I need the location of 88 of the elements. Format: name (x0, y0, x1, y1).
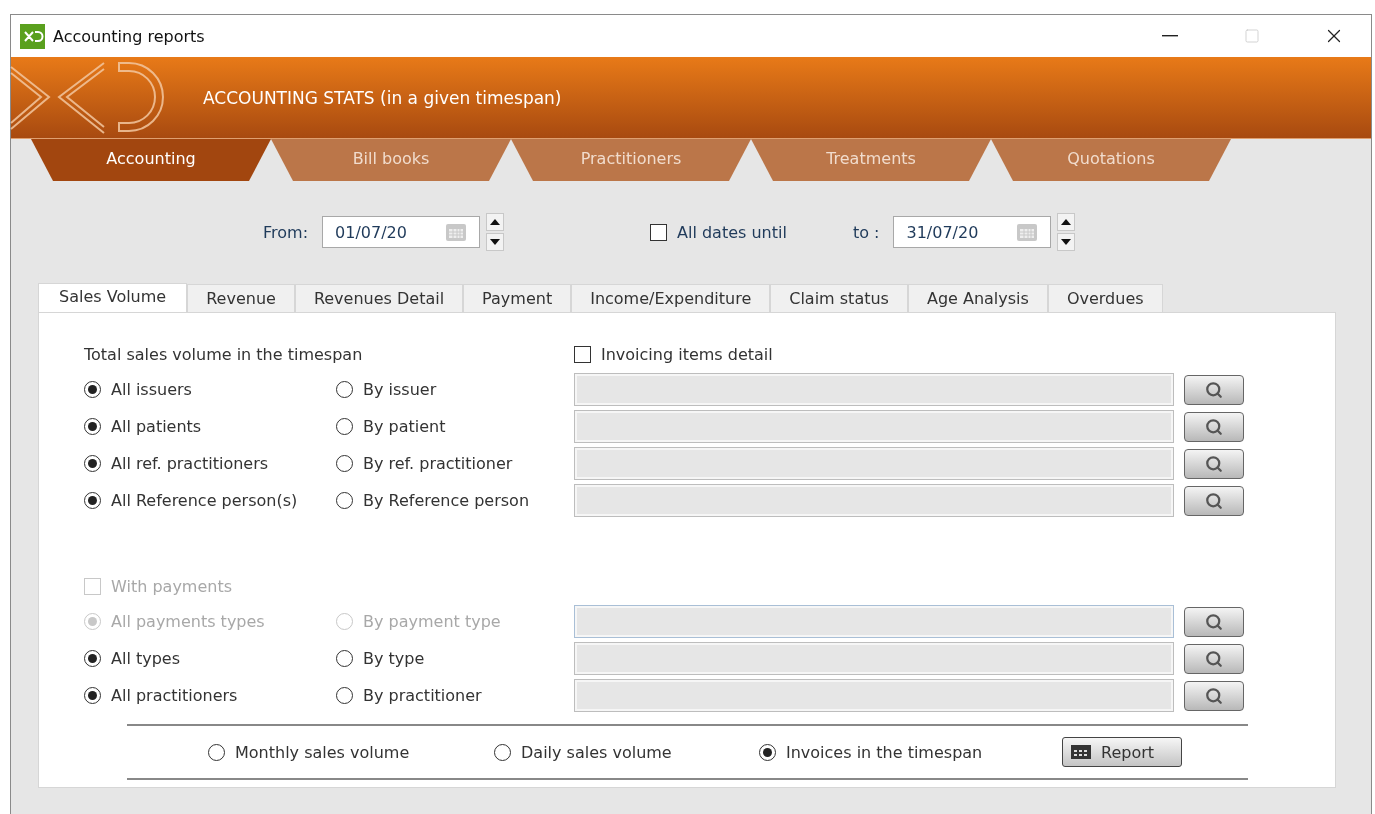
radio-label: All payments types (111, 612, 265, 631)
search-button[interactable] (1184, 643, 1244, 674)
radio-button[interactable] (336, 418, 353, 435)
sub-tab[interactable]: Sales Volume (38, 283, 188, 313)
calendar-icon (445, 222, 468, 242)
radio-label: By payment type (363, 612, 501, 631)
radio-label: All ref. practitioners (111, 454, 269, 473)
search-button[interactable] (1184, 374, 1244, 405)
down-triangle-icon (1061, 239, 1072, 245)
radio-button[interactable] (336, 687, 353, 704)
radio-label: All Reference person(s) (111, 491, 298, 510)
sub-tab[interactable]: Overdues (1047, 284, 1163, 312)
radio-button[interactable] (208, 743, 225, 761)
radio-button[interactable] (336, 381, 353, 398)
search-button[interactable] (1184, 606, 1244, 637)
selection-field[interactable] (574, 410, 1174, 443)
selection-field[interactable] (574, 642, 1174, 675)
window-title: Accounting reports (53, 26, 206, 46)
sub-tab[interactable]: Income/Expenditure (571, 284, 771, 312)
selection-field[interactable] (574, 484, 1174, 517)
radio-label: Invoices in the timespan (786, 742, 983, 762)
radio-label: All practitioners (111, 686, 238, 705)
radio-button[interactable] (84, 418, 101, 435)
report-button[interactable]: Report (1062, 737, 1182, 767)
radio-label: Monthly sales volume (235, 742, 410, 762)
selection-field[interactable] (574, 447, 1174, 480)
radio-button[interactable] (336, 650, 353, 667)
checkbox[interactable] (574, 345, 591, 363)
radio-button[interactable] (336, 492, 353, 509)
radio-button[interactable] (759, 743, 776, 761)
radio-label: Daily sales volume (521, 742, 672, 762)
radio-label: By Reference person (363, 491, 530, 510)
spin-up-button[interactable] (1057, 213, 1076, 231)
sub-tab[interactable]: Age Analysis (907, 284, 1048, 312)
maximize-icon (1244, 28, 1260, 44)
sub-tab[interactable]: Revenues Detail (294, 284, 464, 312)
checkbox-label: Invoicing items detail (601, 344, 773, 364)
spin-down-button[interactable] (1057, 233, 1076, 251)
radio-label: All issuers (111, 380, 192, 399)
to-date-field[interactable]: 31/07/20 (893, 216, 1052, 248)
to-label: to : (852, 222, 880, 242)
search-button[interactable] (1184, 680, 1244, 711)
checkbox-label: All dates until (677, 222, 787, 242)
down-triangle-icon (490, 239, 501, 245)
main-tab[interactable]: Accounting (31, 139, 271, 181)
search-icon (1205, 491, 1223, 510)
radio-button[interactable] (84, 455, 101, 472)
search-icon (1205, 649, 1223, 668)
search-icon (1205, 612, 1223, 631)
spin-up-button[interactable] (486, 213, 505, 231)
radio-label: By issuer (363, 380, 437, 399)
radio-button[interactable] (84, 381, 101, 398)
minimize-icon (1162, 35, 1178, 37)
selection-field[interactable] (574, 373, 1174, 406)
sub-tab[interactable]: Claim status (770, 284, 908, 312)
search-icon (1205, 380, 1223, 399)
search-button[interactable] (1184, 411, 1244, 442)
spin-down-button[interactable] (486, 233, 505, 251)
sub-tab[interactable]: Revenue (187, 284, 295, 312)
up-triangle-icon (1061, 219, 1072, 225)
from-label: From: (263, 222, 309, 242)
radio-button[interactable] (84, 492, 101, 509)
up-triangle-icon (490, 219, 501, 225)
radio-label: All patients (111, 417, 202, 436)
radio-label: By practitioner (363, 686, 482, 705)
radio-label: By ref. practitioner (363, 454, 513, 473)
radio-button[interactable] (494, 743, 511, 761)
calendar-icon (1016, 222, 1039, 242)
sub-tab[interactable]: Payment (463, 284, 572, 312)
radio-button[interactable] (84, 687, 101, 704)
header-title: ACCOUNTING STATS (in a given timespan) (203, 87, 562, 108)
checkbox-label: With payments (111, 576, 233, 596)
from-date-field[interactable]: 01/07/20 (322, 216, 481, 248)
app-logo-icon (20, 23, 45, 49)
radio-label: By patient (363, 417, 446, 436)
section-title: Total sales volume in the timespan (84, 344, 364, 364)
radio-button[interactable] (84, 650, 101, 667)
search-icon (1205, 454, 1223, 473)
radio-label: By type (363, 649, 425, 668)
radio-button[interactable] (336, 455, 353, 472)
radio-label: All types (111, 649, 180, 668)
search-button[interactable] (1184, 485, 1244, 516)
search-button[interactable] (1184, 448, 1244, 479)
search-icon (1205, 417, 1223, 436)
report-icon (1071, 744, 1091, 760)
checkbox[interactable] (650, 223, 668, 241)
selection-field[interactable] (574, 679, 1174, 712)
search-icon (1205, 686, 1223, 705)
